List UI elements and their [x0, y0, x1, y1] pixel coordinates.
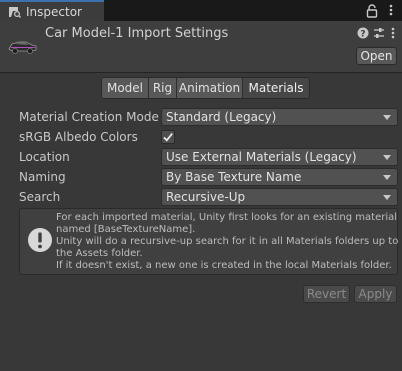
car-model-thumbnail [6, 29, 38, 61]
tab-model[interactable]: Model [102, 78, 149, 98]
import-settings-tabs: Model Rig Animation Materials [101, 77, 310, 99]
srgb-albedo-colors-row: sRGB Albedo Colors [0, 127, 402, 147]
material-creation-mode-label: Material Creation Mode [19, 110, 159, 124]
naming-row: Naming By Base Texture Name [0, 167, 402, 187]
tab-inspector[interactable]: Inspector [0, 0, 104, 21]
location-label: Location [19, 150, 70, 164]
dropdown-value: Standard (Legacy) [166, 110, 277, 124]
help-icon[interactable]: ? [357, 26, 369, 40]
search-dropdown[interactable]: Recursive-Up [161, 188, 398, 206]
location-row: Location Use External Materials (Legacy) [0, 147, 402, 167]
search-label: Search [19, 190, 61, 204]
chevron-down-icon [383, 115, 391, 120]
chevron-down-icon [383, 195, 391, 200]
material-creation-mode-row: Material Creation Mode Standard (Legacy) [0, 107, 402, 127]
chevron-down-icon [383, 175, 391, 180]
tab-rig[interactable]: Rig [149, 78, 177, 98]
lock-icon[interactable] [366, 4, 378, 18]
open-button[interactable]: Open [356, 47, 397, 65]
page-title: Car Model-1 Import Settings [45, 26, 229, 41]
kebab-menu-icon[interactable] [390, 26, 396, 40]
checkmark-icon [163, 133, 173, 142]
revert-button[interactable]: Revert [303, 285, 350, 303]
help-text-line: the Assets folder. [56, 248, 143, 259]
tab-materials[interactable]: Materials [243, 78, 309, 98]
kebab-menu-icon[interactable] [388, 3, 394, 17]
location-dropdown[interactable]: Use External Materials (Legacy) [161, 148, 398, 166]
help-text-line: If it doesn't exist, a new one is create… [56, 260, 392, 271]
dropdown-value: By Base Texture Name [166, 170, 302, 184]
naming-dropdown[interactable]: By Base Texture Name [161, 168, 398, 186]
material-creation-mode-dropdown[interactable]: Standard (Legacy) [161, 108, 398, 126]
apply-button[interactable]: Apply [354, 285, 397, 303]
tab-label: Inspector [26, 4, 82, 19]
inspector-icon [7, 6, 21, 18]
info-exclamation-icon [27, 227, 53, 253]
info-help-box: For each imported material, Unity first … [19, 208, 398, 275]
inspector-header: Car Model-1 Import Settings ? Open [0, 21, 402, 73]
dropdown-value: Use External Materials (Legacy) [166, 150, 357, 164]
help-text-line: Unity will do a recursive-up search for … [56, 236, 399, 247]
srgb-albedo-colors-checkbox[interactable] [161, 130, 175, 144]
naming-label: Naming [19, 170, 66, 184]
tab-animation[interactable]: Animation [177, 78, 243, 98]
dropdown-value: Recursive-Up [166, 190, 246, 204]
help-text-line: named [BaseTextureName]. [56, 224, 196, 235]
help-text-line: For each imported material, Unity first … [56, 212, 398, 223]
srgb-albedo-colors-label: sRGB Albedo Colors [19, 130, 138, 144]
chevron-down-icon [383, 155, 391, 160]
svg-text:?: ? [360, 30, 365, 40]
presets-sliders-icon[interactable] [373, 26, 385, 40]
window-tab-bar: Inspector [0, 0, 402, 21]
search-row: Search Recursive-Up [0, 187, 402, 207]
